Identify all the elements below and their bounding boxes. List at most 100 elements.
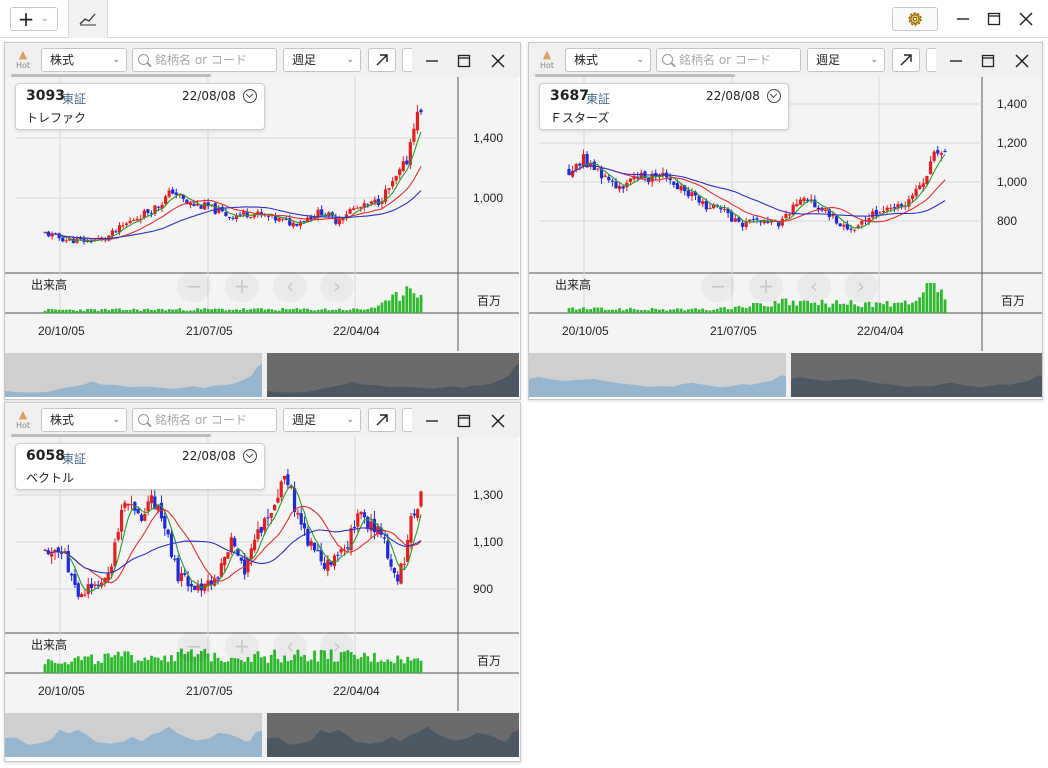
volume-bar bbox=[263, 656, 267, 673]
volume-bar bbox=[704, 310, 708, 313]
volume-bar bbox=[160, 660, 163, 673]
candle-up bbox=[402, 563, 406, 565]
panel-close-button[interactable] bbox=[488, 411, 508, 431]
volume-bar bbox=[356, 658, 360, 673]
zoom-out-button[interactable]: − bbox=[177, 632, 211, 662]
candle-up bbox=[282, 475, 287, 480]
open-external-button[interactable] bbox=[368, 408, 396, 432]
zoom-out-button[interactable]: − bbox=[701, 272, 735, 302]
open-external-button[interactable] bbox=[892, 48, 920, 72]
volume-bar bbox=[121, 310, 125, 313]
period-select[interactable]: 週足 ⌄ bbox=[283, 408, 361, 432]
add-chart-button[interactable]: + ⌄ bbox=[10, 7, 58, 31]
hot-button[interactable]: ▲ Hot bbox=[11, 48, 35, 74]
scroll-right-button[interactable]: › bbox=[320, 632, 354, 662]
scroll-left-button[interactable]: ‹ bbox=[273, 272, 307, 302]
candle-up bbox=[272, 504, 277, 511]
x-tick-label: 22/04/04 bbox=[333, 324, 380, 338]
zoom-in-button[interactable]: + bbox=[749, 272, 783, 302]
candle-up bbox=[889, 207, 893, 209]
candle-down bbox=[376, 198, 381, 205]
zoom-in-button[interactable]: + bbox=[225, 272, 259, 302]
zoom-out-button[interactable]: − bbox=[177, 272, 211, 302]
close-window-button[interactable] bbox=[1015, 8, 1037, 30]
volume-bar bbox=[139, 310, 143, 313]
volume-bar bbox=[163, 655, 167, 673]
volume-bar bbox=[224, 310, 228, 313]
expand-info-button[interactable] bbox=[767, 89, 781, 103]
hot-button[interactable]: ▲ Hot bbox=[11, 408, 35, 434]
volume-bar bbox=[362, 309, 366, 313]
candle-down bbox=[176, 558, 180, 582]
volume-label: 出来高 bbox=[31, 637, 67, 652]
panel-menu-button[interactable] bbox=[926, 48, 936, 72]
volume-bar bbox=[668, 309, 672, 313]
scroll-left-button[interactable]: ‹ bbox=[797, 272, 831, 302]
panel-maximize-button[interactable] bbox=[454, 411, 474, 431]
expand-info-button[interactable] bbox=[243, 89, 257, 103]
volume-bar bbox=[153, 657, 157, 673]
panel-menu-button[interactable] bbox=[402, 408, 412, 432]
scroll-right-button[interactable]: › bbox=[320, 272, 354, 302]
chart-tab[interactable] bbox=[68, 0, 108, 38]
plus-icon: + bbox=[17, 7, 35, 31]
candle-down bbox=[73, 574, 77, 585]
volume-bar bbox=[715, 308, 719, 313]
volume-bar bbox=[377, 305, 380, 313]
scroll-right-button[interactable]: › bbox=[844, 272, 878, 302]
volume-bar bbox=[170, 655, 173, 673]
panel-close-button[interactable] bbox=[1012, 51, 1032, 71]
chevron-down-icon: ⌄ bbox=[346, 55, 354, 65]
panel-close-button[interactable] bbox=[488, 51, 508, 71]
candle-down bbox=[156, 206, 161, 208]
panel-minimize-button[interactable] bbox=[422, 411, 442, 431]
candle-up bbox=[918, 185, 922, 189]
minimize-window-button[interactable] bbox=[952, 8, 974, 30]
candle-down bbox=[329, 561, 333, 565]
candle-down bbox=[943, 150, 947, 153]
y-tick-label: 1,000 bbox=[997, 175, 1027, 189]
expand-info-button[interactable] bbox=[243, 449, 257, 463]
volume-bar bbox=[384, 300, 387, 313]
volume-bar bbox=[701, 308, 705, 313]
panel-menu-button[interactable] bbox=[402, 48, 412, 72]
y-tick-label: 1,300 bbox=[473, 488, 503, 502]
volume-bar bbox=[61, 309, 65, 313]
market-select[interactable]: 株式 ⌄ bbox=[41, 408, 127, 432]
settings-button[interactable] bbox=[892, 7, 938, 31]
volume-bar bbox=[47, 308, 50, 313]
panel-maximize-button[interactable] bbox=[978, 51, 998, 71]
volume-bar bbox=[741, 307, 744, 313]
candle-down bbox=[227, 217, 232, 219]
volume-bar bbox=[43, 664, 47, 673]
candle-down bbox=[70, 573, 74, 576]
panel-minimize-button[interactable] bbox=[946, 51, 966, 71]
panel-minimize-button[interactable] bbox=[422, 51, 442, 71]
candle-down bbox=[266, 517, 270, 519]
symbol-search-input[interactable]: 銘柄名 or コード bbox=[132, 48, 277, 72]
scroll-left-button[interactable]: ‹ bbox=[273, 632, 307, 662]
volume-bar bbox=[405, 286, 409, 313]
candle-down bbox=[89, 583, 94, 589]
volume-bar bbox=[288, 309, 292, 313]
zoom-in-button[interactable]: + bbox=[225, 632, 259, 662]
market-select[interactable]: 株式 ⌄ bbox=[41, 48, 127, 72]
period-select[interactable]: 週足 ⌄ bbox=[283, 48, 361, 72]
hot-button[interactable]: ▲ Hot bbox=[535, 48, 559, 74]
open-external-button[interactable] bbox=[368, 48, 396, 72]
candle-down bbox=[740, 222, 745, 227]
symbol-search-input[interactable]: 銘柄名 or コード bbox=[132, 408, 277, 432]
panel-maximize-button[interactable] bbox=[454, 51, 474, 71]
maximize-window-button[interactable] bbox=[983, 8, 1005, 30]
candle-down bbox=[186, 576, 190, 587]
candle-up bbox=[339, 548, 343, 553]
volume-bar bbox=[402, 663, 406, 673]
candle-down bbox=[675, 183, 680, 190]
market-select[interactable]: 株式 ⌄ bbox=[565, 48, 651, 72]
volume-bar bbox=[864, 302, 867, 313]
symbol-search-input[interactable]: 銘柄名 or コード bbox=[656, 48, 801, 72]
period-select[interactable]: 週足 ⌄ bbox=[807, 48, 885, 72]
volume-bar bbox=[401, 295, 405, 313]
candle-down bbox=[224, 212, 228, 216]
arrow-up-right-icon bbox=[376, 54, 388, 66]
